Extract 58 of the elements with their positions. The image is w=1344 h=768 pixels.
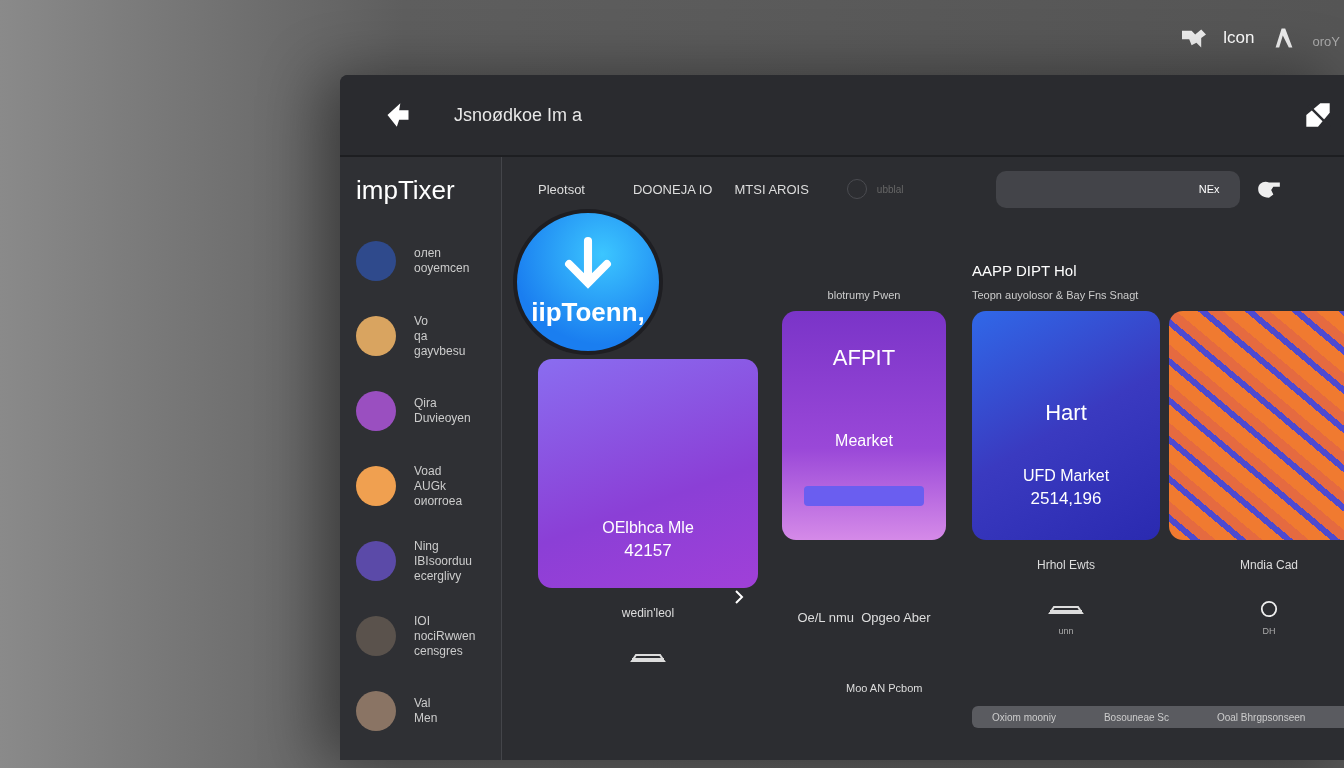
item-text: IBIsoorduu (414, 553, 473, 569)
sidebar-item[interactable]: Vo qa gayvbesu (356, 308, 501, 364)
icon-label: unn (1058, 626, 1074, 636)
item-text: Vo (414, 313, 429, 329)
nav-tab[interactable]: Pleotsot (538, 177, 585, 201)
item-text: ooyemcen (414, 261, 470, 276)
footer-item[interactable]: Oxiom mooniy (992, 711, 1056, 723)
card-caption: blotrumy Pwen (826, 289, 902, 301)
top-text: oroY (1312, 34, 1340, 49)
icon-label: DH (1262, 626, 1276, 636)
card[interactable]: AFPIT Mearket (782, 311, 946, 540)
pen-icon[interactable] (1304, 101, 1332, 129)
section-subtitle: Teopn auyolosor & Bay Fns Snagt (972, 289, 1140, 301)
footer-item[interactable]: Ooal Bhrgpsonseen (1216, 711, 1306, 723)
item-text: oиorroea (414, 493, 463, 509)
section-heading: AAPP DIPT Hol (972, 262, 1078, 279)
window-title: Jsnoødkoe Im a (454, 104, 583, 126)
sidebar-item[interactable]: Qira Duvieoyen (356, 383, 501, 439)
top-label: lcon (1223, 27, 1255, 48)
item-text: Val (414, 696, 432, 711)
card[interactable]: Hart UFD Market 2514,196 (972, 311, 1160, 540)
search-field[interactable]: NEx (995, 170, 1240, 208)
card-caption: Mndia Cad (1240, 558, 1298, 572)
card-text: Hart (1045, 401, 1087, 424)
sidebar-item[interactable]: Val Men (356, 683, 501, 739)
item-text: gayvbesu (414, 343, 466, 359)
nav-tab[interactable]: DOONEJA IO (633, 177, 713, 201)
item-text: censgres (414, 643, 464, 659)
card-text: Mearket (835, 430, 893, 451)
sidebar-item[interactable]: oлen ooyemcen (356, 233, 501, 289)
sidebar-item[interactable]: Voad AUGk oиorroea (356, 458, 501, 514)
item-text: Ning (414, 538, 440, 554)
card-caption: Hrhol Ewts (1037, 558, 1095, 572)
item-text: oлen (414, 246, 443, 261)
item-text: ecerglivy (414, 568, 463, 584)
item-text: IOI (414, 613, 431, 629)
card-footer-text: Oe/L nmu Opgeo Aber (797, 610, 931, 625)
app-logo: impTixer (356, 175, 456, 206)
card-text: OElbhca Mle (602, 518, 694, 538)
item-text: Voad (414, 463, 443, 479)
item-text: AUGk (414, 478, 447, 494)
item-text: qa (414, 328, 429, 344)
item-text: Men (414, 711, 438, 726)
item-text: nociRwwen (414, 628, 476, 644)
chevron-icon[interactable] (734, 589, 744, 605)
footer-item[interactable]: Bosouneae Sc (1103, 711, 1169, 723)
nav-tab[interactable]: MTSI AROIS (734, 177, 809, 201)
card-text: AFPIT (832, 345, 896, 369)
card-text: 42157 (624, 540, 672, 562)
item-text: Duvieoyen (414, 411, 471, 426)
item-text: Qira (414, 396, 438, 411)
card-text: UFD Market (1022, 466, 1110, 486)
card-text: 2514,196 (1030, 488, 1102, 510)
card[interactable]: OElbhca Mle 42157 (538, 359, 758, 588)
card-caption: wedin'leol (621, 606, 675, 620)
footer-label: Moo AN Pcbom (846, 682, 924, 694)
sidebar-item[interactable]: Ning IBIsoorduu ecerglivy (356, 533, 501, 589)
sidebar-item[interactable]: IOI nociRwwen censgres (356, 608, 501, 664)
